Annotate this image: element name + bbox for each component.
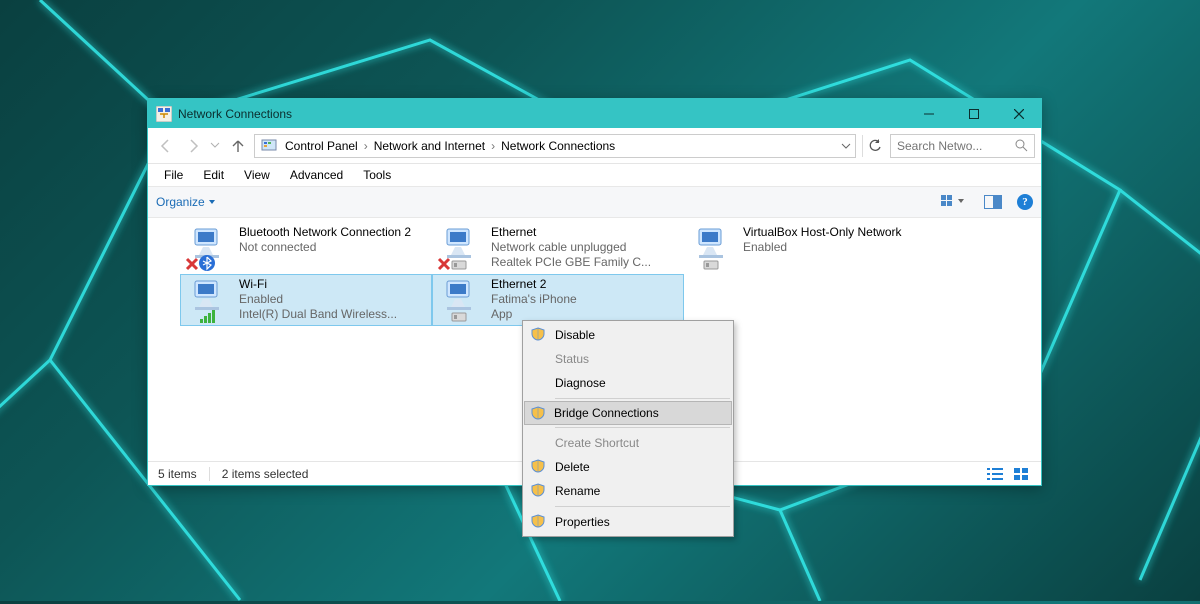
- search-box[interactable]: Search Netwo...: [890, 134, 1035, 158]
- ctx-status[interactable]: Status: [525, 347, 731, 371]
- close-button[interactable]: [996, 99, 1041, 128]
- connection-ethernet2[interactable]: Ethernet 2 Fatima's iPhone App: [432, 274, 684, 326]
- shield-icon: [531, 327, 545, 341]
- forward-button[interactable]: [182, 134, 206, 158]
- ctx-label: Properties: [555, 515, 610, 529]
- menu-bar: File Edit View Advanced Tools: [148, 164, 1041, 186]
- control-panel-icon: [261, 138, 277, 154]
- ethernet-plug-icon: [451, 259, 469, 271]
- help-button[interactable]: ?: [1017, 194, 1033, 210]
- address-dropdown-icon[interactable]: [841, 141, 851, 151]
- menu-tools[interactable]: Tools: [353, 166, 401, 184]
- chevron-right-icon[interactable]: ›: [362, 139, 370, 153]
- ctx-bridge-connections[interactable]: Bridge Connections: [524, 401, 732, 425]
- bluetooth-badge-icon: [199, 255, 215, 271]
- title-bar[interactable]: Network Connections: [148, 99, 1041, 128]
- refresh-button[interactable]: [862, 135, 886, 157]
- search-icon: [1015, 139, 1028, 152]
- up-button[interactable]: [226, 134, 250, 158]
- ctx-label: Status: [555, 352, 589, 366]
- maximize-button[interactable]: [951, 99, 996, 128]
- connection-bluetooth[interactable]: Bluetooth Network Connection 2 Not conne…: [180, 222, 432, 274]
- network-adapter-icon: [437, 277, 485, 323]
- chevron-right-icon[interactable]: ›: [489, 139, 497, 153]
- address-bar[interactable]: Control Panel › Network and Internet › N…: [254, 134, 856, 158]
- connection-name: Ethernet 2: [491, 277, 577, 292]
- separator: [555, 506, 730, 507]
- wifi-signal-icon: [199, 309, 217, 323]
- minimize-button[interactable]: [906, 99, 951, 128]
- ctx-label: Bridge Connections: [554, 406, 659, 420]
- recent-locations-dropdown[interactable]: [210, 139, 222, 153]
- connection-status: Network cable unplugged: [491, 240, 651, 255]
- back-button[interactable]: [154, 134, 178, 158]
- shield-icon: [531, 514, 545, 528]
- connection-name: VirtualBox Host-Only Network: [743, 225, 902, 240]
- search-placeholder: Search Netwo...: [897, 139, 1015, 153]
- menu-edit[interactable]: Edit: [193, 166, 234, 184]
- ctx-delete[interactable]: Delete: [525, 455, 731, 479]
- connection-device: Realtek PCIe GBE Family C...: [491, 255, 651, 270]
- shield-icon: [531, 406, 545, 420]
- ctx-rename[interactable]: Rename: [525, 479, 731, 503]
- connection-status: Enabled: [239, 292, 397, 307]
- connection-status: Enabled: [743, 240, 902, 255]
- connection-status: Not connected: [239, 240, 411, 255]
- ethernet-plug-icon: [703, 259, 721, 271]
- connection-virtualbox[interactable]: VirtualBox Host-Only Network Enabled: [684, 222, 936, 274]
- view-options-button[interactable]: [937, 191, 969, 213]
- item-count: 5 items: [158, 467, 197, 481]
- connection-name: Wi-Fi: [239, 277, 397, 292]
- ctx-label: Delete: [555, 460, 590, 474]
- preview-pane-button[interactable]: [977, 191, 1009, 213]
- organize-label: Organize: [156, 195, 205, 209]
- details-view-button[interactable]: [985, 466, 1005, 482]
- chevron-down-icon: [208, 198, 216, 206]
- toolbar: Organize ?: [148, 186, 1041, 218]
- context-menu: Disable Status Diagnose Bridge Connectio…: [522, 320, 734, 537]
- menu-advanced[interactable]: Advanced: [280, 166, 353, 184]
- window-title: Network Connections: [178, 107, 292, 121]
- network-adapter-icon: [689, 225, 737, 271]
- menu-file[interactable]: File: [154, 166, 193, 184]
- connection-ethernet[interactable]: Ethernet Network cable unplugged Realtek…: [432, 222, 684, 274]
- app-icon: [156, 106, 172, 122]
- breadcrumb-network-internet[interactable]: Network and Internet: [370, 139, 489, 153]
- ctx-diagnose[interactable]: Diagnose: [525, 371, 731, 395]
- organize-dropdown[interactable]: Organize: [156, 195, 216, 209]
- ctx-properties[interactable]: Properties: [525, 510, 731, 534]
- ctx-label: Diagnose: [555, 376, 606, 390]
- connection-status: Fatima's iPhone: [491, 292, 577, 307]
- connection-device: Intel(R) Dual Band Wireless...: [239, 307, 397, 322]
- breadcrumb-leaf[interactable]: Network Connections: [497, 139, 619, 153]
- ctx-label: Disable: [555, 328, 595, 342]
- disconnected-badge-icon: [185, 257, 199, 271]
- ethernet-plug-icon: [451, 311, 469, 323]
- large-icons-view-button[interactable]: [1011, 466, 1031, 482]
- network-adapter-icon: [185, 225, 233, 271]
- shield-icon: [531, 483, 545, 497]
- shield-icon: [531, 459, 545, 473]
- menu-view[interactable]: View: [234, 166, 280, 184]
- ctx-label: Rename: [555, 484, 600, 498]
- connection-name: Bluetooth Network Connection 2: [239, 225, 411, 240]
- ctx-label: Create Shortcut: [555, 436, 639, 450]
- navigation-bar: Control Panel › Network and Internet › N…: [148, 128, 1041, 164]
- connection-wifi[interactable]: Wi-Fi Enabled Intel(R) Dual Band Wireles…: [180, 274, 432, 326]
- ctx-disable[interactable]: Disable: [525, 323, 731, 347]
- network-adapter-icon: [185, 277, 233, 323]
- network-adapter-icon: [437, 225, 485, 271]
- ctx-create-shortcut[interactable]: Create Shortcut: [525, 431, 731, 455]
- selection-count: 2 items selected: [222, 467, 309, 481]
- separator: [555, 427, 730, 428]
- separator: [555, 398, 730, 399]
- breadcrumb-root[interactable]: Control Panel: [281, 139, 362, 153]
- connection-name: Ethernet: [491, 225, 651, 240]
- disconnected-badge-icon: [437, 257, 451, 271]
